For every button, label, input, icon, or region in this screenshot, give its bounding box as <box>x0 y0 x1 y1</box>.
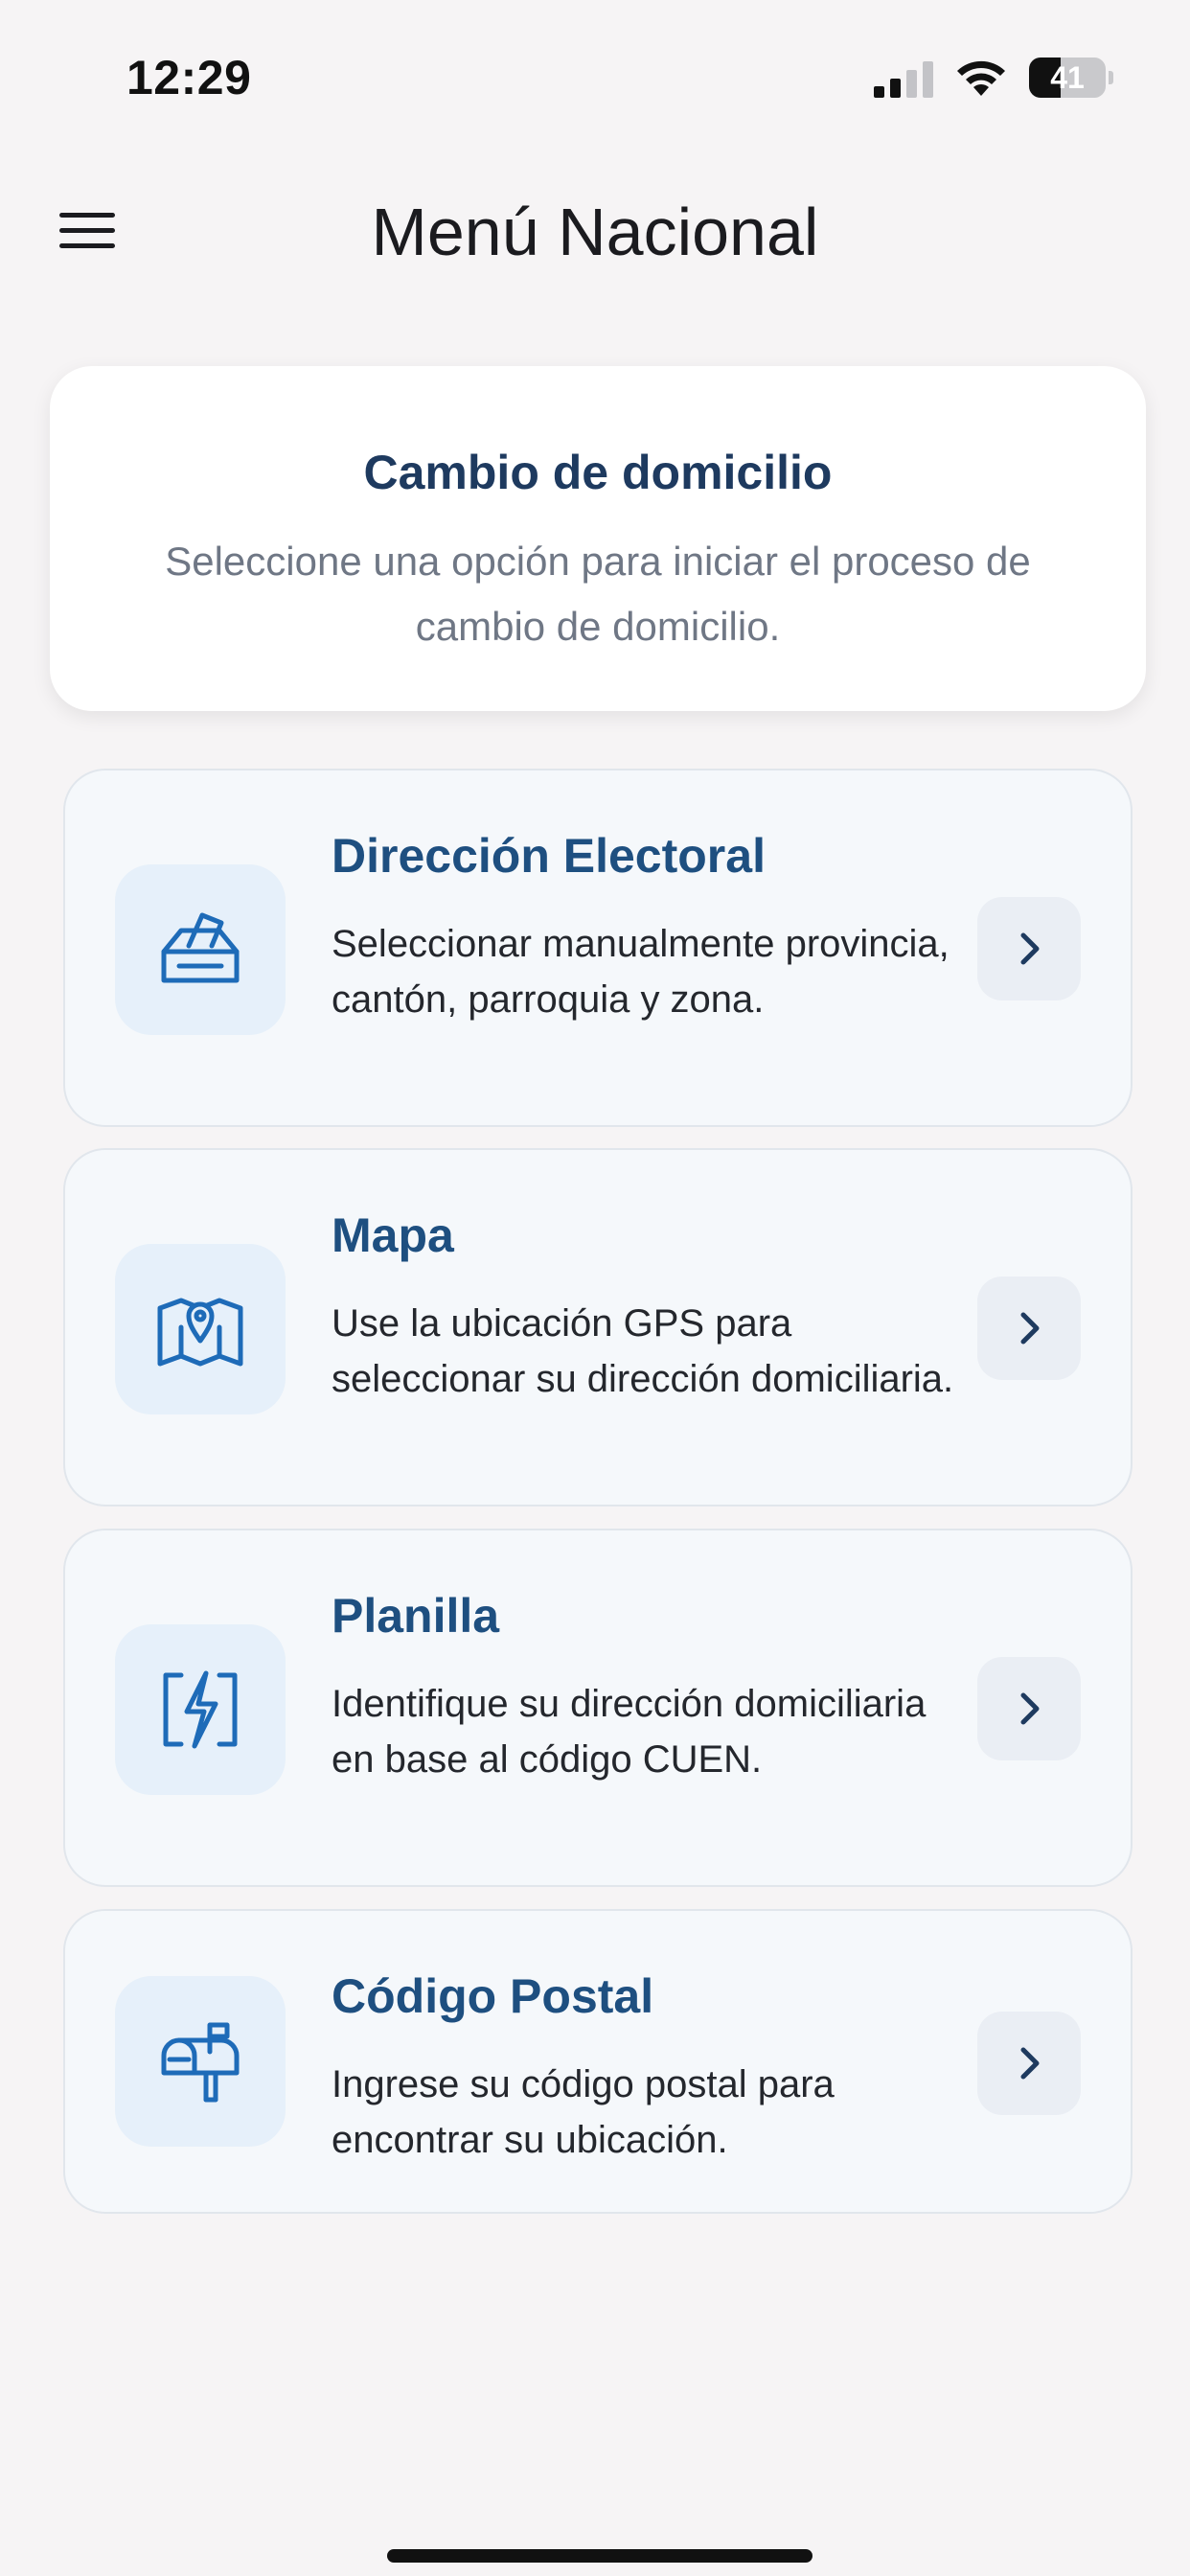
electric-bill-icon <box>163 1670 238 1749</box>
option-arrow-button[interactable] <box>977 1276 1081 1380</box>
option-description: Seleccionar manualmente provincia, cantó… <box>332 923 950 1021</box>
option-arrow-button[interactable] <box>977 897 1081 1000</box>
battery-icon: 41 <box>1029 58 1113 98</box>
option-title: Dirección Electoral <box>332 829 766 883</box>
option-description: Use la ubicación GPS para seleccionar su… <box>332 1302 954 1400</box>
option-title: Mapa <box>332 1208 454 1262</box>
battery-percentage: 41 <box>1050 60 1085 95</box>
option-arrow-button[interactable] <box>977 2012 1081 2115</box>
option-direccion-electoral[interactable]: Dirección Electoral Seleccionar manualme… <box>63 769 1133 1127</box>
option-title: Planilla <box>332 1589 500 1643</box>
map-pin-icon <box>157 1298 243 1367</box>
mailbox-icon <box>161 2022 240 2103</box>
page-title: Menú Nacional <box>371 195 819 269</box>
option-description: Ingrese su código postal para encontrar … <box>332 2063 835 2161</box>
info-card-title: Cambio de domicilio <box>363 446 833 499</box>
option-planilla[interactable]: Planilla Identifique su dirección domici… <box>63 1529 1133 1887</box>
option-arrow-button[interactable] <box>977 1657 1081 1760</box>
wifi-icon <box>957 60 1005 96</box>
option-title: Código Postal <box>332 1969 654 2023</box>
status-time: 12:29 <box>126 51 252 104</box>
home-indicator[interactable] <box>387 2549 812 2563</box>
chevron-right-icon <box>1020 932 1040 965</box>
option-description: Identifique su dirección domiciliaria en… <box>332 1683 927 1781</box>
status-bar: 12:29 41 <box>0 0 1190 153</box>
chevron-right-icon <box>1020 1312 1040 1345</box>
ballot-box-icon <box>161 912 240 983</box>
app-header: Menú Nacional <box>0 172 1190 288</box>
info-card-subtitle: Seleccione una opción para iniciar el pr… <box>165 539 1031 649</box>
chevron-right-icon <box>1020 1692 1040 1725</box>
cellular-signal-icon <box>874 61 933 98</box>
option-mapa[interactable]: Mapa Use la ubicación GPS para seleccion… <box>63 1148 1133 1506</box>
option-codigo-postal[interactable]: Código Postal Ingrese su código postal p… <box>63 1909 1133 2214</box>
chevron-right-icon <box>1020 2047 1040 2080</box>
info-card: Cambio de domicilio Seleccione una opció… <box>50 366 1146 711</box>
